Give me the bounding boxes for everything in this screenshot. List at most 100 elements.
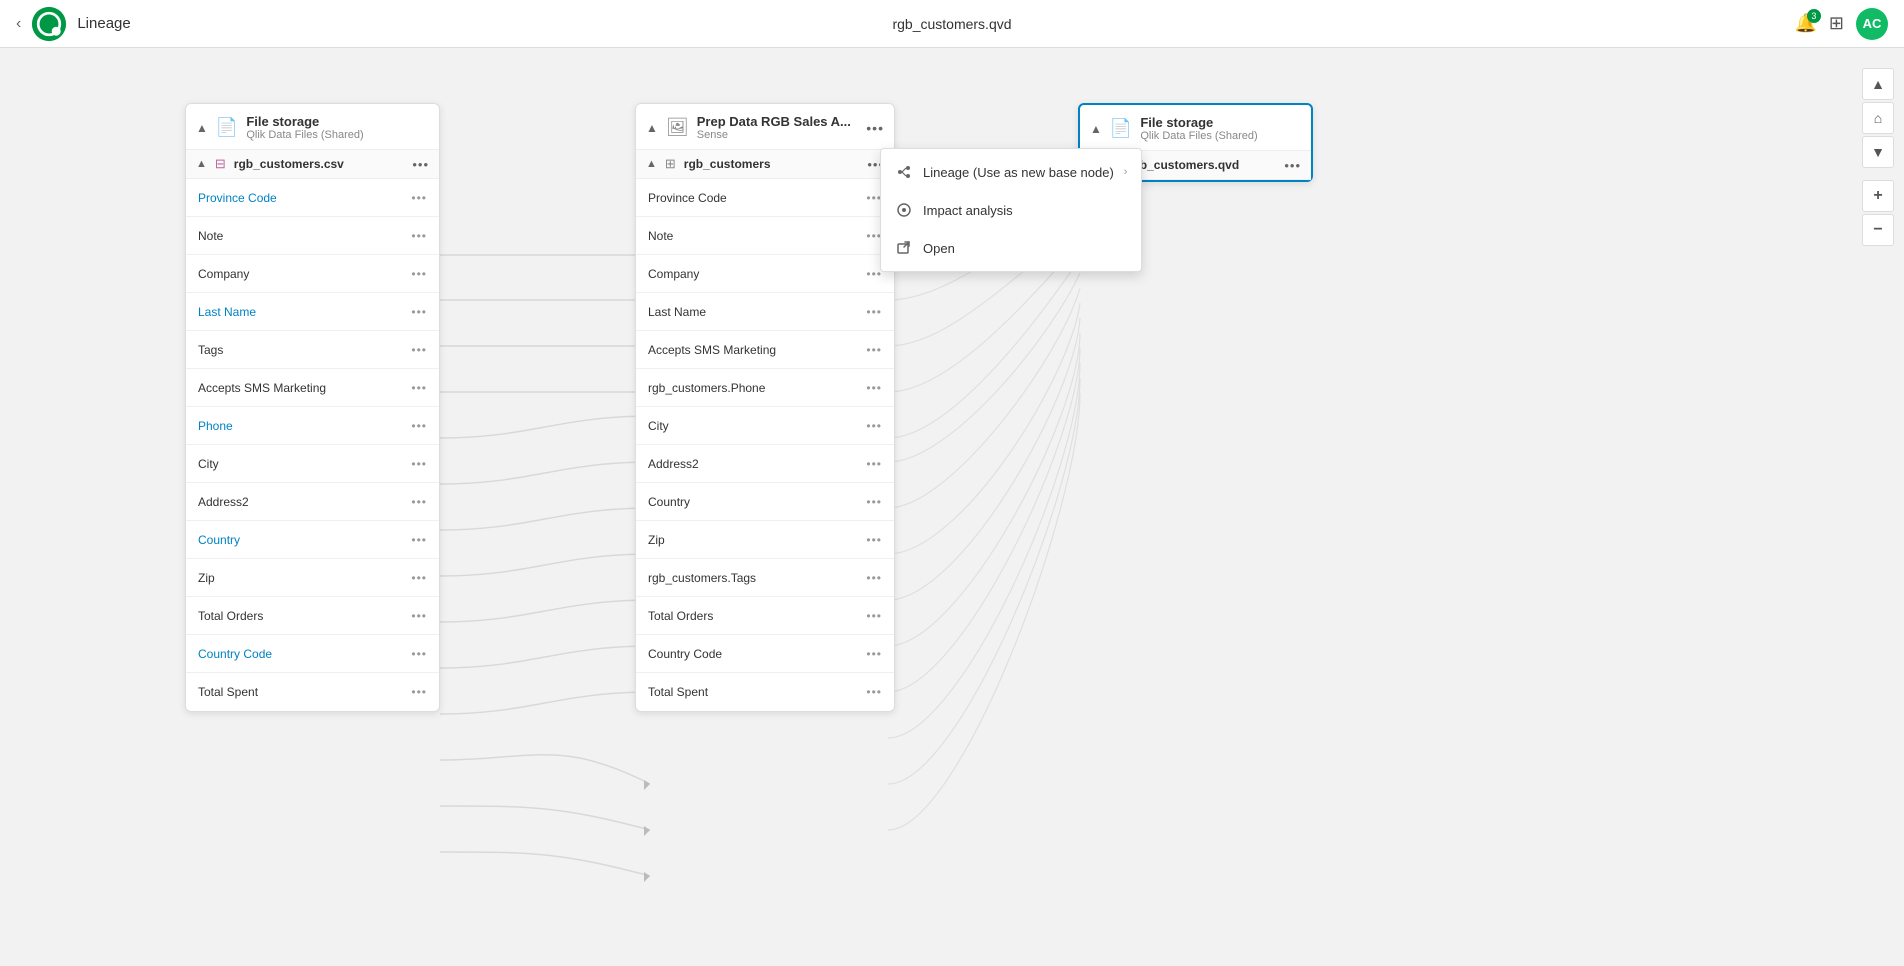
panel-left-title: File storage xyxy=(246,114,429,129)
panel-middle-title: Prep Data RGB Sales A... xyxy=(697,114,859,129)
field-menu[interactable]: ••• xyxy=(411,381,427,395)
field-menu[interactable]: ••• xyxy=(411,305,427,319)
field-menu[interactable]: ••• xyxy=(866,533,882,547)
field-menu[interactable]: ••• xyxy=(866,343,882,357)
context-menu-item-lineage[interactable]: Lineage (Use as new base node) › xyxy=(881,153,1141,191)
field-name: Company xyxy=(648,267,699,281)
panel-middle-collapse[interactable]: ▲ xyxy=(646,121,658,135)
field-menu[interactable]: ••• xyxy=(411,533,427,547)
fields-middle: Province Code ••• Note ••• Company ••• L… xyxy=(636,179,894,711)
table-right-name: rgb_customers.qvd xyxy=(1128,158,1277,172)
field-row: Total Spent ••• xyxy=(636,673,894,711)
field-name: City xyxy=(648,419,669,433)
panel-left-collapse[interactable]: ▲ xyxy=(196,121,208,135)
field-row: Province Code ••• xyxy=(186,179,439,217)
page-title: rgb_customers.qvd xyxy=(892,16,1011,32)
context-open-label: Open xyxy=(923,241,955,256)
field-row: Zip ••• xyxy=(186,559,439,597)
field-menu[interactable]: ••• xyxy=(866,571,882,585)
open-context-icon xyxy=(895,239,913,257)
table-middle-icon: ⊞ xyxy=(665,156,676,172)
field-name: Zip xyxy=(648,533,665,547)
scroll-down-button[interactable]: ▼ xyxy=(1862,136,1894,168)
field-name: Address2 xyxy=(198,495,249,509)
field-menu[interactable]: ••• xyxy=(411,343,427,357)
panel-middle: ▲ 🖼 Prep Data RGB Sales A... Sense ••• ▲… xyxy=(635,103,895,712)
zoom-out-button[interactable]: − xyxy=(1862,214,1894,246)
field-menu[interactable]: ••• xyxy=(866,685,882,699)
field-menu[interactable]: ••• xyxy=(411,647,427,661)
context-menu-item-impact[interactable]: Impact analysis xyxy=(881,191,1141,229)
context-lineage-arrow: › xyxy=(1124,166,1128,178)
field-menu[interactable]: ••• xyxy=(411,457,427,471)
field-menu[interactable]: ••• xyxy=(866,495,882,509)
grid-button[interactable]: ⊞ xyxy=(1829,13,1844,34)
table-left-icon: ⊟ xyxy=(215,156,226,172)
field-row: Last Name ••• xyxy=(636,293,894,331)
table-left-menu[interactable]: ••• xyxy=(412,157,429,172)
file-storage-right-icon: 📄 xyxy=(1110,118,1132,139)
panel-right-sub: Qlik Data Files (Shared) xyxy=(1140,130,1301,142)
zoom-in-button[interactable]: + xyxy=(1862,180,1894,212)
field-row: rgb_customers.Phone ••• xyxy=(636,369,894,407)
table-left-collapse[interactable]: ▲ xyxy=(196,158,207,170)
back-button[interactable]: ‹ xyxy=(16,15,21,33)
field-name: Country Code xyxy=(198,647,272,661)
field-row: Tags ••• xyxy=(186,331,439,369)
panel-middle-menu[interactable]: ••• xyxy=(866,120,884,136)
panel-left-sub: Qlik Data Files (Shared) xyxy=(246,129,429,141)
field-menu[interactable]: ••• xyxy=(411,267,427,281)
home-button[interactable]: ⌂ xyxy=(1862,102,1894,134)
field-row: Province Code ••• xyxy=(636,179,894,217)
field-name: Phone xyxy=(198,419,233,433)
file-storage-left-icon: 📄 xyxy=(216,117,238,138)
field-name: rgb_customers.Tags xyxy=(648,571,756,585)
topbar: ‹ Lineage rgb_customers.qvd 🔔 3 ⊞ AC xyxy=(0,0,1904,48)
field-menu[interactable]: ••• xyxy=(411,571,427,585)
field-menu[interactable]: ••• xyxy=(411,191,427,205)
field-menu[interactable]: ••• xyxy=(866,609,882,623)
field-menu[interactable]: ••• xyxy=(866,381,882,395)
field-row: rgb_customers.Tags ••• xyxy=(636,559,894,597)
panel-middle-sub: Sense xyxy=(697,129,859,141)
context-menu: Lineage (Use as new base node) › Impact … xyxy=(880,148,1142,272)
field-row: Note ••• xyxy=(636,217,894,255)
table-right-menu[interactable]: ••• xyxy=(1284,158,1301,173)
notification-button[interactable]: 🔔 3 xyxy=(1794,13,1816,34)
field-name: Last Name xyxy=(648,305,706,319)
field-menu[interactable]: ••• xyxy=(866,419,882,433)
field-menu[interactable]: ••• xyxy=(866,457,882,471)
field-row: Total Spent ••• xyxy=(186,673,439,711)
field-name: Address2 xyxy=(648,457,699,471)
field-menu[interactable]: ••• xyxy=(411,609,427,623)
field-menu[interactable]: ••• xyxy=(411,419,427,433)
field-row: Address2 ••• xyxy=(636,445,894,483)
scroll-up-button[interactable]: ▲ xyxy=(1862,68,1894,100)
lineage-context-icon xyxy=(895,163,913,181)
field-name: Country Code xyxy=(648,647,722,661)
context-menu-item-open[interactable]: Open xyxy=(881,229,1141,267)
field-menu[interactable]: ••• xyxy=(866,305,882,319)
field-name: Accepts SMS Marketing xyxy=(648,343,776,357)
field-row: Total Orders ••• xyxy=(186,597,439,635)
field-menu[interactable]: ••• xyxy=(411,229,427,243)
field-menu[interactable]: ••• xyxy=(866,647,882,661)
table-middle-collapse[interactable]: ▲ xyxy=(646,158,657,170)
field-name: Company xyxy=(198,267,249,281)
field-name: Country xyxy=(648,495,690,509)
context-impact-label: Impact analysis xyxy=(923,203,1013,218)
field-row: Country Code ••• xyxy=(186,635,439,673)
field-row: Address2 ••• xyxy=(186,483,439,521)
panel-right-collapse[interactable]: ▲ xyxy=(1090,122,1102,136)
panel-right-title: File storage xyxy=(1140,115,1301,130)
avatar[interactable]: AC xyxy=(1856,8,1888,40)
field-name: Last Name xyxy=(198,305,256,319)
field-name: rgb_customers.Phone xyxy=(648,381,765,395)
field-menu[interactable]: ••• xyxy=(411,495,427,509)
right-controls: ▲ ⌂ ▼ + − xyxy=(1862,68,1894,246)
lineage-title: Lineage xyxy=(77,15,130,32)
table-middle-name: rgb_customers xyxy=(684,157,860,171)
field-row: Zip ••• xyxy=(636,521,894,559)
field-name: Total Orders xyxy=(198,609,263,623)
field-menu[interactable]: ••• xyxy=(411,685,427,699)
